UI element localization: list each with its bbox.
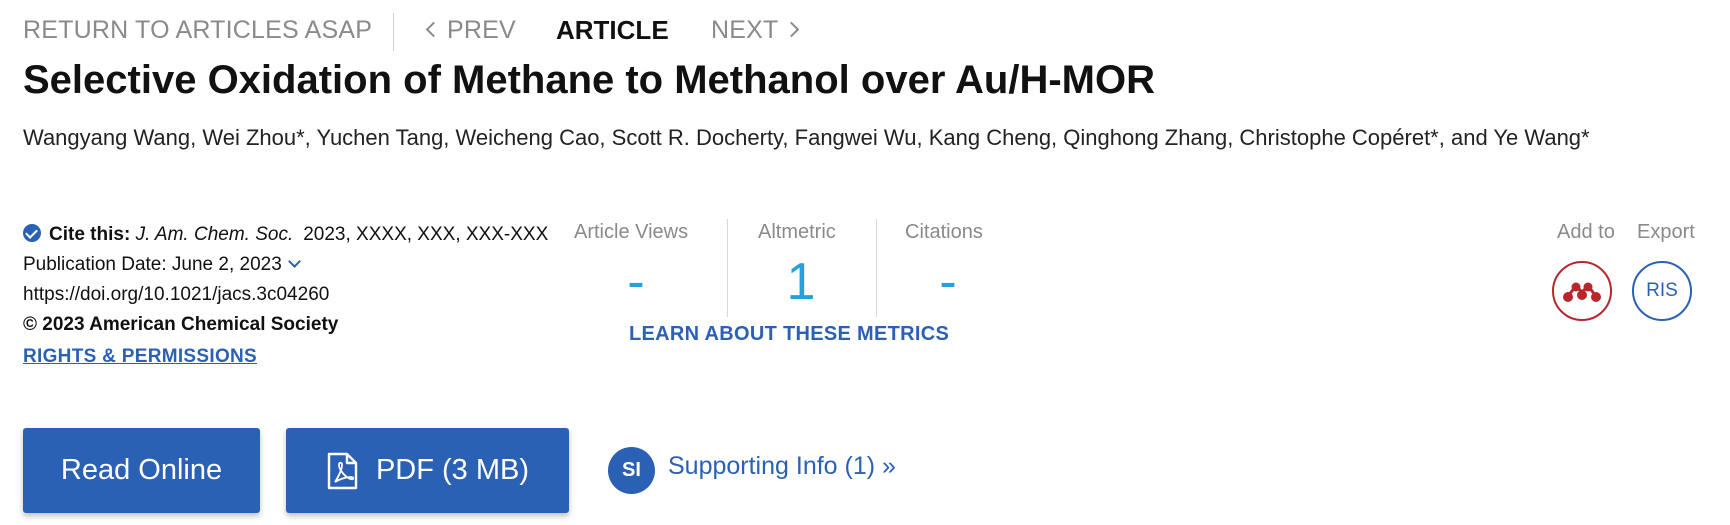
- read-online-label: Read Online: [60, 454, 223, 486]
- cite-this-line: Cite this: J. Am. Chem. Soc. 2023, XXXX, …: [23, 220, 553, 250]
- next-link[interactable]: NEXT: [711, 16, 800, 45]
- article-views-value: -: [627, 253, 645, 311]
- article-title: Selective Oxidation of Methane to Methan…: [23, 58, 1155, 102]
- altmetric-label: Altmetric: [758, 221, 836, 243]
- prev-link[interactable]: PREV: [425, 16, 516, 45]
- metric-divider: [876, 219, 877, 317]
- chevron-down-icon: [287, 255, 301, 268]
- cite-label: Cite this:: [49, 224, 131, 245]
- si-badge-label: SI: [622, 459, 641, 481]
- author-list[interactable]: Wangyang Wang, Wei Zhou*, Yuchen Tang, W…: [23, 120, 1643, 156]
- learn-metrics-link[interactable]: LEARN ABOUT THESE METRICS: [629, 323, 949, 346]
- chevron-right-icon: [784, 21, 800, 38]
- nav-divider: [393, 13, 394, 51]
- pdf-label: PDF (3 MB): [375, 454, 530, 486]
- doi-link[interactable]: https://doi.org/10.1021/jacs.3c04260: [23, 280, 553, 310]
- publication-date[interactable]: Publication Date: June 2, 2023: [23, 250, 553, 280]
- article-tab[interactable]: ARTICLE: [556, 15, 669, 46]
- altmetric-value[interactable]: 1: [758, 252, 844, 312]
- pdf-download-button[interactable]: PDF (3 MB): [286, 428, 569, 513]
- export-ris-button[interactable]: RIS: [1632, 261, 1692, 321]
- supporting-info-link[interactable]: Supporting Info (1) »: [668, 452, 896, 481]
- add-to-mendeley-button[interactable]: [1552, 261, 1612, 321]
- rights-permissions-link[interactable]: RIGHTS & PERMISSIONS: [23, 342, 257, 372]
- citations-value: -: [939, 253, 957, 311]
- ris-label: RIS: [1646, 280, 1678, 301]
- check-circle-icon: [23, 224, 41, 242]
- article-tab-label: ARTICLE: [556, 15, 669, 45]
- article-views-label: Article Views: [574, 221, 689, 243]
- citation-block: Cite this: J. Am. Chem. Soc. 2023, XXXX, …: [23, 220, 553, 372]
- supporting-info-icon[interactable]: SI: [608, 447, 655, 494]
- publication-date-text: Publication Date: June 2, 2023: [23, 254, 282, 275]
- pdf-file-icon: [326, 452, 358, 490]
- read-online-button[interactable]: Read Online: [23, 428, 260, 513]
- return-to-articles-link[interactable]: RETURN TO ARTICLES ASAP: [23, 16, 372, 45]
- copyright: © 2023 American Chemical Society: [23, 314, 339, 335]
- chevron-left-icon: [425, 21, 442, 38]
- prev-label: PREV: [447, 16, 516, 44]
- return-to-articles-label: RETURN TO ARTICLES ASAP: [23, 16, 373, 44]
- add-to-label: Add to: [1557, 221, 1615, 243]
- metric-divider: [727, 219, 728, 317]
- cite-journal: J. Am. Chem. Soc.: [135, 224, 294, 245]
- next-label: NEXT: [711, 16, 779, 44]
- citations-label: Citations: [905, 221, 983, 243]
- mendeley-icon: [1563, 282, 1601, 302]
- export-label: Export: [1637, 221, 1695, 243]
- cite-details: 2023, XXXX, XXX, XXX-XXX: [303, 224, 549, 245]
